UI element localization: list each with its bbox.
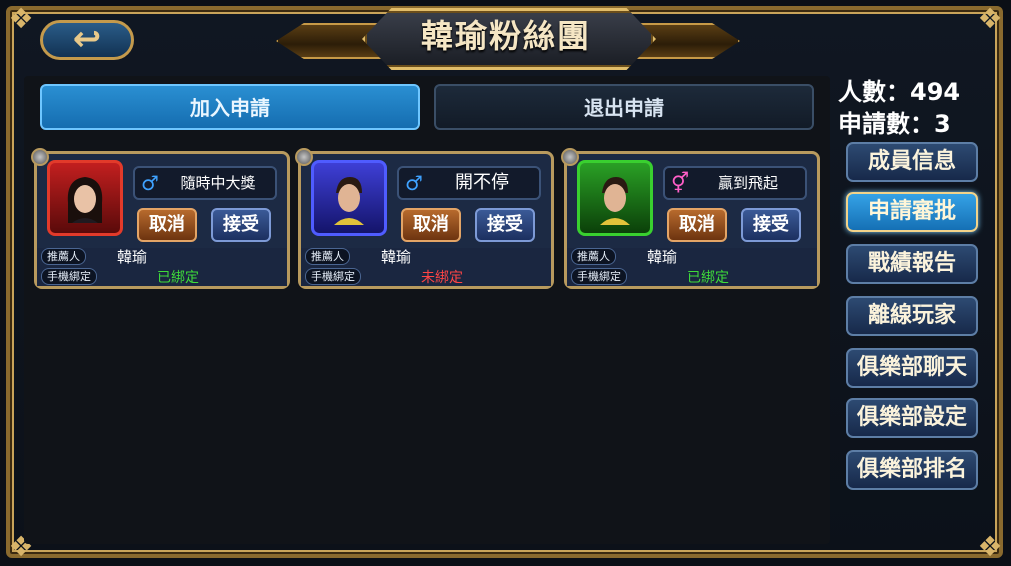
- cancel-button[interactable]: 取消: [137, 208, 197, 242]
- avatar[interactable]: [47, 160, 123, 236]
- applications-panel: [24, 76, 830, 544]
- side-menu-club-settings[interactable]: 俱樂部設定: [846, 398, 978, 438]
- phone-binding-status: 未綁定: [421, 270, 463, 286]
- card-pin-icon: [561, 148, 579, 166]
- tab-quit-applications[interactable]: 退出申請: [434, 84, 814, 130]
- back-button[interactable]: ↩: [40, 20, 134, 60]
- applicant-name: 隨時中大獎: [180, 174, 256, 192]
- corner-ornament-icon: ❖: [8, 2, 34, 35]
- back-arrow-icon: ↩: [72, 19, 102, 59]
- applicant-name: 開不停: [455, 172, 509, 193]
- accept-button[interactable]: 接受: [211, 208, 271, 242]
- page-title: 韓瑜粉絲團: [420, 17, 591, 55]
- side-menu-member-info[interactable]: 成員信息: [846, 142, 978, 182]
- applicant-card: ♂ 開不停 取消 接受 推薦人 韓瑜 手機綁定 未綁定: [295, 148, 554, 289]
- applicant-name-box: ♂ 隨時中大獎: [133, 166, 277, 200]
- member-count: 人數：494: [838, 78, 961, 106]
- application-count: 申請數：3: [838, 110, 951, 138]
- phone-binding-tag: 手機綁定: [571, 268, 627, 285]
- applicant-card: ⚥ 贏到飛起 取消 接受 推薦人 韓瑜 手機綁定 已綁定: [561, 148, 820, 289]
- corner-ornament-icon: ❖: [977, 2, 1003, 35]
- male-avatar-icon: [600, 177, 630, 225]
- male-icon: ♂: [405, 171, 423, 195]
- phone-binding-status: 已綁定: [687, 270, 729, 286]
- accept-button[interactable]: 接受: [475, 208, 535, 242]
- applicant-name-box: ⚥ 贏到飛起: [663, 166, 807, 200]
- cancel-button[interactable]: 取消: [401, 208, 461, 242]
- referrer-tag: 推薦人: [571, 248, 616, 265]
- side-menu-battle-report[interactable]: 戰績報告: [846, 244, 978, 284]
- corner-ornament-icon: ❖: [977, 530, 1003, 563]
- referrer-tag: 推薦人: [41, 248, 86, 265]
- phone-binding-tag: 手機綁定: [305, 268, 361, 285]
- phone-binding-status: 已綁定: [157, 270, 199, 286]
- referrer-tag: 推薦人: [305, 248, 350, 265]
- referrer-name: 韓瑜: [381, 248, 412, 266]
- male-avatar-icon: [334, 177, 364, 225]
- cancel-button[interactable]: 取消: [667, 208, 727, 242]
- accept-button[interactable]: 接受: [741, 208, 801, 242]
- tab-join-applications[interactable]: 加入申請: [40, 84, 420, 130]
- side-menu-club-ranking[interactable]: 俱樂部排名: [846, 450, 978, 490]
- side-menu-club-chat[interactable]: 俱樂部聊天: [846, 348, 978, 388]
- referrer-name: 韓瑜: [647, 248, 678, 266]
- phone-binding-tag: 手機綁定: [41, 268, 97, 285]
- male-icon: ♂: [141, 171, 159, 195]
- card-pin-icon: [31, 148, 49, 166]
- side-menu-offline-players[interactable]: 離線玩家: [846, 296, 978, 336]
- side-menu-application-review[interactable]: 申請審批: [846, 192, 978, 232]
- female-avatar-icon: [67, 177, 103, 223]
- applicant-name-box: ♂ 開不停: [397, 166, 541, 200]
- gender-mixed-icon: ⚥: [671, 171, 690, 195]
- referrer-name: 韓瑜: [117, 248, 148, 266]
- avatar[interactable]: [577, 160, 653, 236]
- applicant-card: ♂ 隨時中大獎 取消 接受 推薦人 韓瑜 手機綁定 已綁定: [31, 148, 290, 289]
- applicant-name: 贏到飛起: [717, 174, 778, 192]
- card-pin-icon: [295, 148, 313, 166]
- avatar[interactable]: [311, 160, 387, 236]
